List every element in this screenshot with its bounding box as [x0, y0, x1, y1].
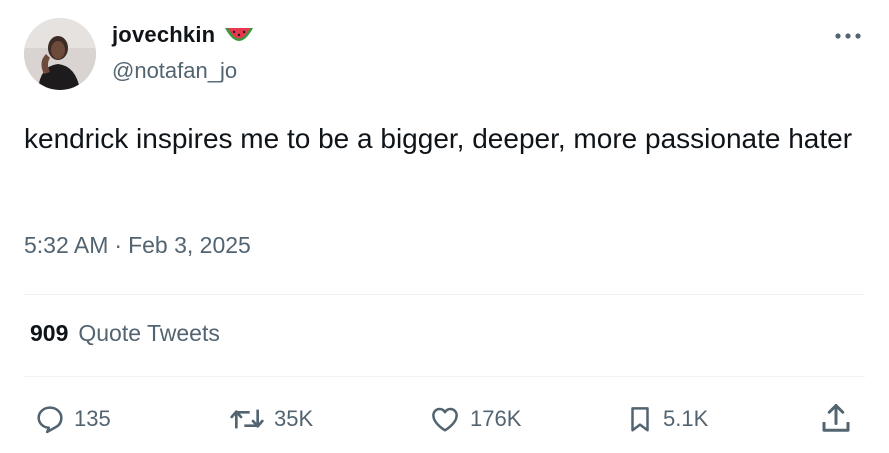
tweet-time: 5:32 AM [24, 232, 109, 258]
watermelon-icon [223, 24, 255, 48]
heart-icon [432, 407, 458, 432]
reply-icon [37, 406, 63, 434]
avatar[interactable] [24, 18, 96, 90]
quote-count: 909 [30, 320, 69, 346]
user-handle[interactable]: @notafan_jo [112, 58, 237, 84]
divider [24, 376, 865, 377]
bookmark-button[interactable]: 5.1K [625, 399, 708, 439]
quote-label: Quote Tweets [78, 320, 220, 346]
timestamp-separator: · [114, 232, 123, 258]
avatar-image [24, 18, 96, 90]
tweet-timestamp[interactable]: 5:32 AM · Feb 3, 2025 [24, 232, 251, 259]
display-name[interactable]: jovechkin [112, 22, 215, 48]
tweet-card: jovechkin @notafan_jo kendrick inspires … [0, 0, 889, 453]
retweet-button[interactable]: 35K [228, 399, 313, 439]
name-row: jovechkin [112, 22, 255, 48]
more-button[interactable] [832, 22, 864, 50]
tweet-text: kendrick inspires me to be a bigger, dee… [24, 123, 853, 154]
tweet-date: Feb 3, 2025 [128, 232, 251, 258]
bookmark-count: 5.1K [663, 406, 709, 431]
reply-count: 135 [74, 406, 111, 431]
bookmark-icon [631, 407, 649, 432]
more-icon [835, 33, 861, 39]
reply-button[interactable]: 135 [34, 399, 111, 439]
quote-tweets-link[interactable]: 909 Quote Tweets [30, 320, 220, 347]
retweet-icon [230, 409, 264, 429]
like-count: 176K [470, 406, 522, 431]
retweet-count: 35K [274, 406, 314, 431]
share-icon [822, 404, 850, 432]
share-button[interactable] [818, 399, 854, 439]
divider [24, 294, 865, 295]
like-button[interactable]: 176K [428, 399, 521, 439]
